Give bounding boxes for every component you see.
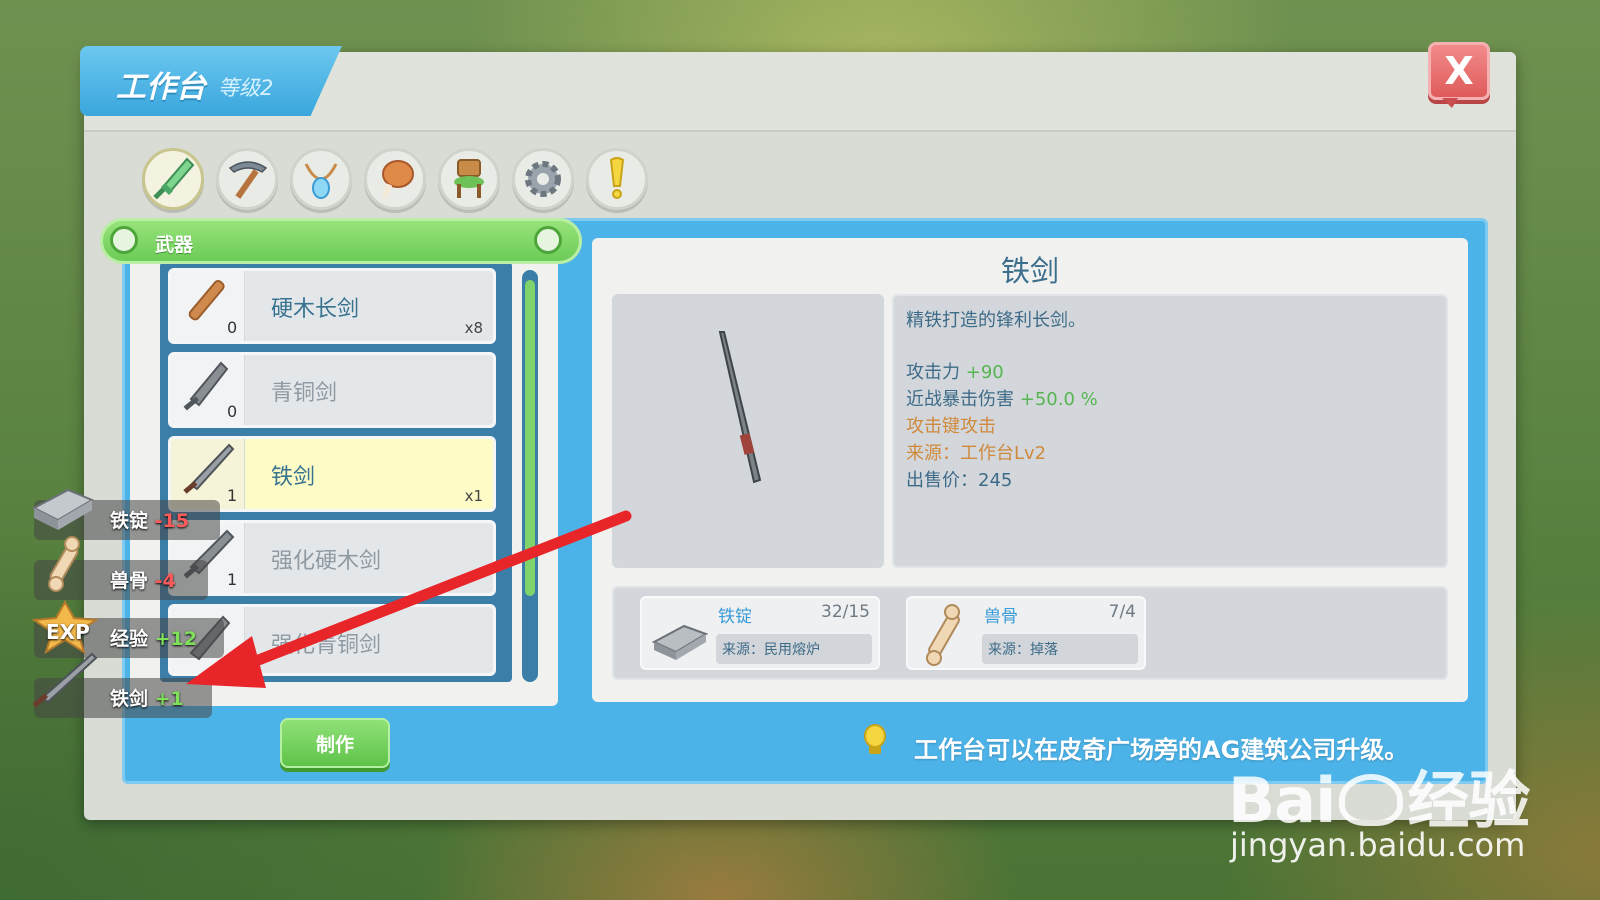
iron-ingot-icon (31, 488, 95, 530)
item-sell-price: 出售价：245 (906, 470, 1013, 491)
sword-icon (153, 157, 195, 200)
material-card[interactable]: 兽骨 7/4 来源：掉落 (906, 596, 1146, 670)
window-title: 工作台 (116, 70, 206, 105)
iron-sword-icon (32, 652, 98, 708)
category-tab-accessories[interactable] (290, 148, 352, 210)
gain-row-content: 铁剑 +1 (110, 684, 184, 711)
scrollbar-thumb[interactable] (525, 280, 535, 596)
recipe-name: 青铜剑 (271, 381, 338, 406)
material-source: 来源：掉落 (982, 634, 1138, 664)
gain-row-content: 铁锭 -15 (110, 506, 189, 533)
material-card[interactable]: 铁锭 32/15 来源：民用熔炉 (640, 596, 880, 670)
recipe-craftable-qty: x8 (464, 319, 483, 337)
gain-row-content: 兽骨 -4 (110, 566, 176, 593)
stat-attack: 攻击力 +90 (906, 358, 1004, 384)
item-detail-title: 铁剑 (1000, 254, 1059, 288)
item-description: 精铁打造的锋利长剑。 (906, 310, 1086, 331)
stat-attack-label: 攻击力 (906, 362, 960, 383)
stat-attack-value: +90 (965, 362, 1004, 383)
meat-icon (381, 160, 414, 199)
recipe-owned-count: 1 (227, 486, 238, 505)
category-tab-furniture[interactable] (438, 148, 500, 210)
material-name: 兽骨 (984, 607, 1018, 627)
recipe-item[interactable]: 0 硬木长剑 x8 (168, 268, 496, 344)
iron-ingot-icon (651, 624, 709, 660)
gain-label: 铁锭 (110, 510, 149, 532)
stat-crit-value: +50.0 % (1019, 389, 1098, 410)
material-count: 32/15 (821, 602, 870, 622)
recipe-item[interactable]: 0 青铜剑 (168, 352, 496, 428)
gain-label: 兽骨 (110, 570, 149, 592)
gain-label: 铁剑 (110, 688, 149, 710)
gain-value: -15 (154, 510, 189, 532)
category-prev-button[interactable] (110, 226, 138, 254)
exclamation-icon (609, 157, 625, 199)
lightbulb-icon (864, 724, 886, 754)
category-tab-tools[interactable] (216, 148, 278, 210)
gain-value: +1 (154, 688, 184, 710)
recipe-name: 强化硬木剑 (271, 549, 382, 574)
iron-sword-icon (718, 331, 762, 484)
paw-icon (1339, 774, 1404, 826)
recipe-owned-count: 1 (227, 570, 238, 589)
material-name: 铁锭 (718, 607, 752, 627)
bone-icon (926, 604, 960, 666)
bone-icon (48, 536, 80, 592)
gear-icon (525, 161, 561, 197)
material-source: 来源：民用熔炉 (716, 634, 872, 664)
category-next-button[interactable] (534, 226, 562, 254)
exp-badge-text: EXP (46, 620, 90, 644)
category-tab-special[interactable] (586, 148, 648, 210)
recipe-craftable-qty: x1 (464, 487, 483, 505)
gain-label: 经验 (110, 628, 149, 650)
close-button[interactable]: X (1428, 42, 1490, 100)
recipe-owned-count: 0 (227, 402, 238, 421)
category-tab-machines[interactable] (512, 148, 574, 210)
recipe-name: 强化青铜剑 (271, 633, 382, 658)
recipe-name: 硬木长剑 (271, 297, 360, 322)
pickaxe-icon (228, 161, 268, 199)
gain-value: +12 (154, 628, 198, 650)
gain-row-content: 经验 +12 (110, 624, 197, 651)
recipe-owned-count: 0 (227, 318, 238, 337)
category-tab-food[interactable] (364, 148, 426, 210)
gain-value: -4 (154, 570, 176, 592)
workbench-level: 等级2 (218, 76, 274, 100)
watermark-url: jingyan.baidu.com (1230, 826, 1526, 864)
close-icon: X (1444, 49, 1474, 93)
recipe-name: 铁剑 (271, 465, 316, 490)
category-label: 武器 (155, 234, 194, 256)
material-count: 7/4 (1108, 602, 1136, 622)
item-source: 来源：工作台Lv2 (906, 443, 1047, 464)
category-tab-weapons[interactable] (142, 148, 204, 210)
chair-icon (454, 159, 484, 198)
stat-crit-label: 近战暴击伤害 (906, 389, 1014, 410)
craft-button[interactable]: 制作 (280, 718, 390, 768)
close-button-tail (1442, 98, 1458, 108)
stat-crit: 近战暴击伤害 +50.0 % (906, 385, 1098, 411)
necklace-icon (304, 163, 338, 199)
item-preview-box (612, 294, 884, 568)
stat-attack-key: 攻击键攻击 (906, 416, 996, 437)
